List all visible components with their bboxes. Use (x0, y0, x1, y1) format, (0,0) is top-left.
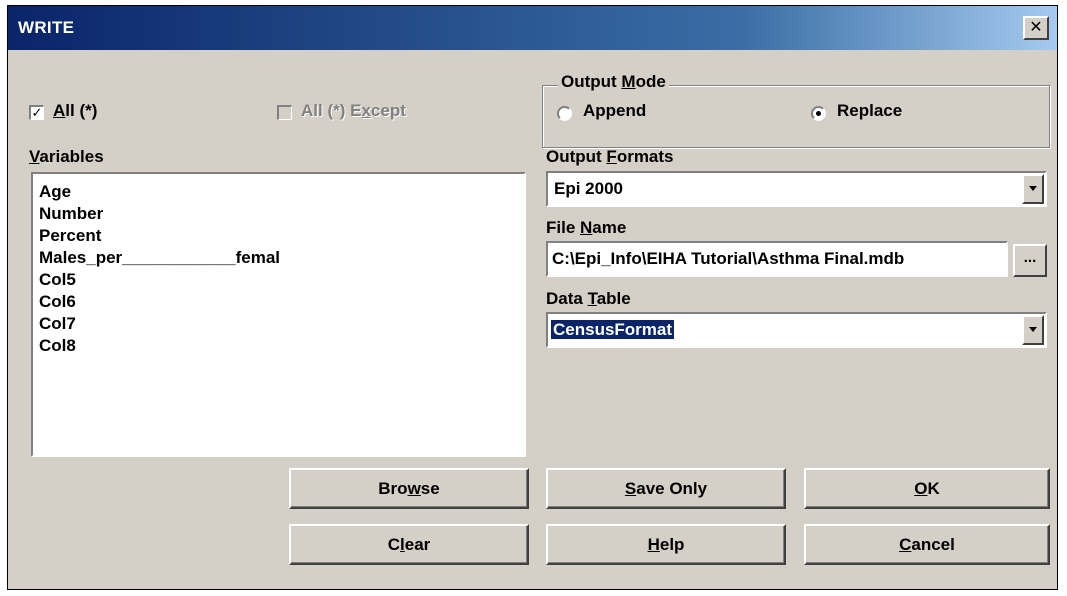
replace-radio[interactable] (811, 106, 826, 121)
all-checkbox[interactable]: ✓ (29, 105, 44, 120)
variables-list[interactable]: Age Number Percent Males_per____________… (31, 172, 526, 457)
all-checkbox-label[interactable]: All (*) (53, 101, 97, 121)
list-item[interactable]: Percent (39, 226, 101, 246)
data-table-dropdown-button[interactable] (1022, 315, 1044, 345)
clear-button[interactable]: Clear (289, 524, 529, 565)
list-item[interactable]: Col8 (39, 336, 76, 356)
list-item[interactable]: Age (39, 182, 71, 202)
output-formats-label: Output Formats (546, 147, 674, 166)
replace-radio-label[interactable]: Replace (837, 101, 902, 121)
list-item[interactable]: Col6 (39, 292, 76, 312)
data-table-value: CensusFormat (551, 320, 675, 339)
window-title: WRITE (18, 18, 75, 37)
file-name-value: C:\Epi_Info\EIHA Tutorial\Asthma Final.m… (552, 249, 905, 268)
output-formats-value: Epi 2000 (554, 179, 623, 198)
file-name-label: File Name (546, 218, 627, 237)
data-table-label: Data Table (546, 289, 631, 308)
file-name-input[interactable]: C:\Epi_Info\EIHA Tutorial\Asthma Final.m… (546, 241, 1008, 277)
chevron-down-icon (1029, 327, 1037, 332)
save-only-button[interactable]: Save Only (546, 468, 786, 509)
checkmark-icon: ✓ (31, 105, 43, 120)
data-table-select[interactable]: CensusFormat (546, 312, 1047, 348)
write-dialog: WRITE ✕ ✓ All (*) All (*) Except Variabl… (7, 5, 1058, 590)
variables-label: Variables (29, 147, 104, 166)
file-browse-button[interactable]: ... (1013, 244, 1047, 277)
close-button[interactable]: ✕ (1023, 16, 1049, 40)
list-item[interactable]: Col5 (39, 270, 76, 290)
title-bar[interactable]: WRITE ✕ (8, 6, 1057, 50)
append-radio[interactable] (557, 106, 572, 121)
output-formats-dropdown-button[interactable] (1022, 174, 1044, 204)
all-except-checkbox-label[interactable]: All (*) Except (301, 101, 406, 121)
append-radio-label[interactable]: Append (583, 101, 646, 121)
close-icon: ✕ (1029, 19, 1043, 36)
output-formats-select[interactable]: Epi 2000 (546, 171, 1047, 207)
all-except-checkbox[interactable] (277, 105, 292, 120)
list-item[interactable]: Males_per____________femal (39, 248, 280, 268)
ok-button[interactable]: OK (804, 468, 1050, 509)
help-button[interactable]: Help (546, 524, 786, 565)
cancel-button[interactable]: Cancel (804, 524, 1050, 565)
output-mode-legend: Output Mode (558, 72, 669, 92)
radio-selected-dot (816, 111, 821, 116)
list-item[interactable]: Col7 (39, 314, 76, 334)
chevron-down-icon (1029, 186, 1037, 191)
browse-button[interactable]: Browse (289, 468, 529, 509)
list-item[interactable]: Number (39, 204, 103, 224)
